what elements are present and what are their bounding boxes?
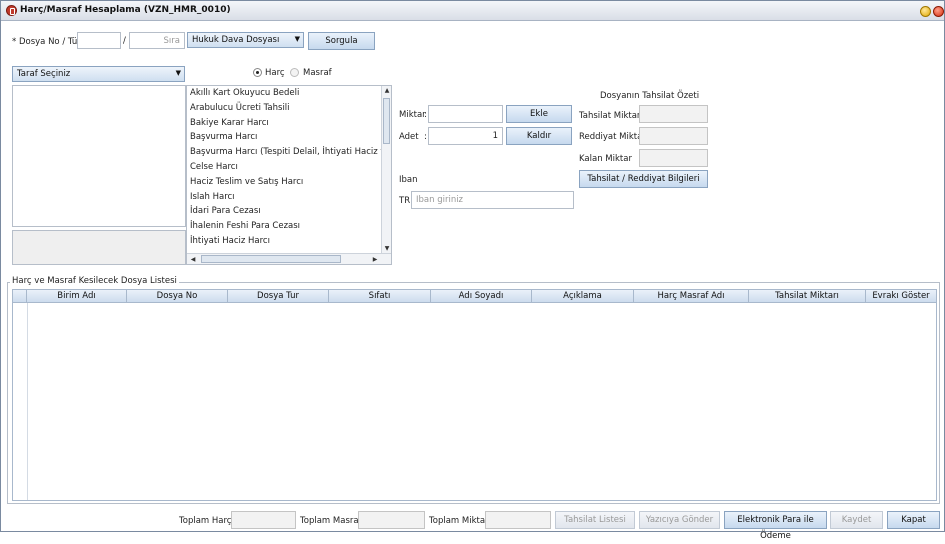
taraf-placeholder: Taraf Seçiniz: [17, 69, 71, 79]
list-item[interactable]: Akıllı Kart Okuyucu Bedeli: [187, 86, 382, 101]
elektronik-odeme-button[interactable]: Elektronik Para ile Ödeme: [724, 511, 827, 541]
dosya-turu-select[interactable]: Hukuk Dava Dosyası ▼: [187, 32, 304, 48]
col-adi-soyadi[interactable]: Adı Soyadı: [431, 290, 532, 302]
main-window: Harç/Masraf Hesaplama (VZN_HMR_0010) * D…: [0, 0, 945, 541]
list-item[interactable]: Bakiye Karar Harcı: [187, 116, 382, 131]
info-panel: [12, 230, 186, 265]
list-item[interactable]: Başvurma Harcı: [187, 130, 382, 145]
harc-list-items: Akıllı Kart Okuyucu Bedeli Arabulucu Ücr…: [187, 86, 382, 249]
dosya-sira-input[interactable]: Sıra: [129, 32, 185, 49]
col-harc-masraf-adi[interactable]: Harç Masraf Adı: [634, 290, 749, 302]
toplam-masraf-field: [358, 511, 425, 529]
close-button[interactable]: [933, 6, 944, 17]
toplam-masraf-label: Toplam Masraf: [300, 516, 362, 526]
iban-label: Iban: [399, 175, 418, 185]
row-selector-header: [13, 290, 27, 302]
chevron-down-icon: ▼: [175, 69, 181, 77]
taraf-select[interactable]: Taraf Seçiniz ▼: [12, 66, 185, 82]
ekle-button[interactable]: Ekle: [506, 105, 572, 123]
list-item[interactable]: Haciz Teslim ve Satış Harcı: [187, 175, 382, 190]
title-bar: Harç/Masraf Hesaplama (VZN_HMR_0010): [1, 1, 944, 21]
dosya-yil-input[interactable]: [77, 32, 121, 49]
kalan-miktar-label: Kalan Miktar: [579, 154, 632, 164]
tahsilat-miktari-field: [639, 105, 708, 123]
app-icon: [6, 5, 17, 16]
scroll-left-icon[interactable]: ◀: [188, 256, 198, 263]
col-tahsilat-miktari[interactable]: Tahsilat Miktarı: [749, 290, 866, 302]
miktar-input[interactable]: [428, 105, 503, 123]
list-item[interactable]: Başvurma Harcı (Tespiti Delail, İhtiyati…: [187, 145, 382, 160]
window-title: Harç/Masraf Hesaplama (VZN_HMR_0010): [20, 5, 231, 15]
sorgula-button[interactable]: Sorgula: [308, 32, 375, 50]
scroll-up-icon[interactable]: ▲: [382, 87, 391, 94]
toplam-miktar-label: Toplam Miktar: [429, 516, 489, 526]
harc-radio-label: Harç: [265, 68, 285, 78]
list-item[interactable]: İdari Para Cezası: [187, 204, 382, 219]
adet-colon: :: [424, 132, 427, 142]
list-item[interactable]: Islah Harcı: [187, 190, 382, 205]
list-item[interactable]: Celse Harcı: [187, 160, 382, 175]
scroll-down-icon[interactable]: ▼: [382, 245, 391, 252]
selected-items-list[interactable]: [12, 85, 186, 227]
miktar-label: Miktar: [399, 110, 426, 120]
col-sifati[interactable]: Sıfatı: [329, 290, 431, 302]
masraf-radio-label: Masraf: [303, 68, 332, 78]
iban-input[interactable]: Iban giriniz: [411, 191, 574, 209]
kaydet-button[interactable]: Kaydet: [830, 511, 883, 529]
tahsilat-listesi-button[interactable]: Tahsilat Listesi: [555, 511, 635, 529]
table-header: Birim Adı Dosya No Dosya Tur Sıfatı Adı …: [13, 290, 936, 303]
list-item[interactable]: İhtiyati Haciz Harcı: [187, 234, 382, 249]
kalan-miktar-field: [639, 149, 708, 167]
adet-label: Adet: [399, 132, 419, 142]
reddiyat-miktari-label: Reddiyat Miktarı: [579, 132, 649, 142]
col-birim-adi[interactable]: Birim Adı: [27, 290, 127, 302]
harc-list[interactable]: Akıllı Kart Okuyucu Bedeli Arabulucu Ücr…: [186, 85, 392, 265]
toplam-miktar-field: [485, 511, 551, 529]
horizontal-scrollbar[interactable]: ◀ ▶: [187, 253, 391, 264]
yaziciya-gonder-button[interactable]: Yazıcıya Gönder: [639, 511, 720, 529]
adet-input[interactable]: 1: [428, 127, 503, 145]
dosya-listesi-table[interactable]: Birim Adı Dosya No Dosya Tur Sıfatı Adı …: [12, 289, 937, 501]
minimize-button[interactable]: [920, 6, 931, 17]
tahsilat-miktari-label: Tahsilat Miktarı: [579, 111, 643, 121]
slash-label: /: [123, 36, 126, 46]
toplam-harc-label: Toplam Harç: [179, 516, 232, 526]
ozet-title: Dosyanın Tahsilat Özeti: [600, 91, 700, 101]
tahsilat-reddiyat-bilgileri-button[interactable]: Tahsilat / Reddiyat Bilgileri: [579, 170, 708, 188]
kapat-button[interactable]: Kapat: [887, 511, 940, 529]
scroll-thumb[interactable]: [383, 98, 390, 144]
col-aciklama[interactable]: Açıklama: [532, 290, 634, 302]
dosya-no-label: * Dosya No / Tür: [12, 37, 81, 47]
list-item[interactable]: İhalenin Feshi Para Cezası: [187, 219, 382, 234]
vertical-scrollbar[interactable]: ▲ ▼: [381, 86, 391, 253]
iban-placeholder: Iban giriniz: [416, 195, 464, 205]
scroll-right-icon[interactable]: ▶: [370, 256, 380, 263]
chevron-down-icon: ▼: [294, 35, 300, 43]
miktar-colon: :: [424, 110, 427, 120]
reddiyat-miktari-field: [639, 127, 708, 145]
harc-radio[interactable]: [253, 68, 262, 77]
scroll-thumb-h[interactable]: [201, 255, 341, 263]
tr-prefix: TR: [399, 196, 411, 206]
toplam-harc-field: [231, 511, 296, 529]
kaldir-button[interactable]: Kaldır: [506, 127, 572, 145]
col-evraki-goster[interactable]: Evrakı Göster: [866, 290, 936, 302]
list-item[interactable]: Arabulucu Ücreti Tahsili: [187, 101, 382, 116]
col-dosya-no[interactable]: Dosya No: [127, 290, 228, 302]
dosya-turu-value: Hukuk Dava Dosyası: [192, 35, 280, 45]
col-dosya-tur[interactable]: Dosya Tur: [228, 290, 329, 302]
masraf-radio[interactable]: [290, 68, 299, 77]
row-selector-divider: [27, 303, 28, 500]
sira-placeholder: Sıra: [163, 36, 180, 46]
dosya-listesi-title: Harç ve Masraf Kesilecek Dosya Listesi: [10, 276, 179, 286]
